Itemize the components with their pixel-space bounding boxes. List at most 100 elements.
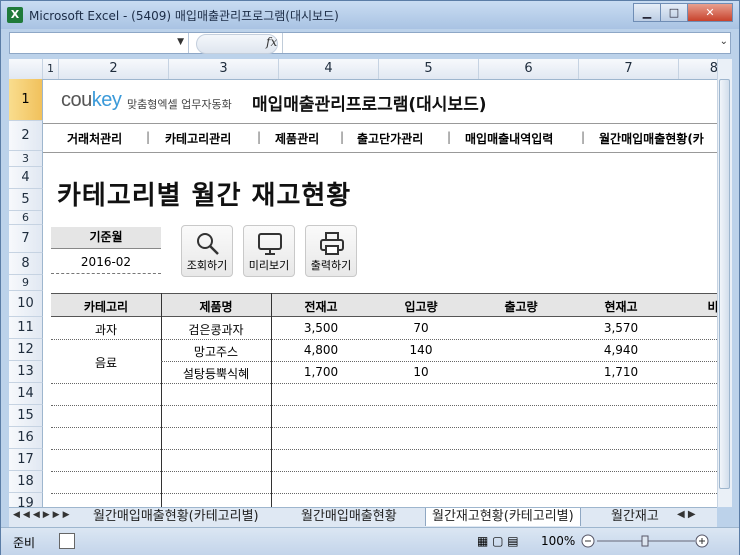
row-header[interactable]: 11 — [9, 317, 43, 339]
col-header[interactable]: 2 — [59, 59, 169, 79]
col-header[interactable]: 1 — [43, 59, 59, 79]
cell-current[interactable]: 1,710 — [604, 365, 638, 379]
nav-item-products[interactable]: 제품관리 — [275, 130, 319, 147]
insert-function-button[interactable]: fx — [266, 35, 277, 49]
search-button[interactable]: 조회하기 — [181, 225, 233, 277]
sheet-tabs: ◀◀◀▶▶▶ 월간매입매출현황(카테고리별) 월간매입매출현황 월간재고현황(카… — [9, 507, 717, 527]
table-divider — [161, 293, 162, 507]
cell-category[interactable]: 과자 — [95, 321, 117, 338]
tab-monthly-sales-category[interactable]: 월간매입매출현황(카테고리별) — [87, 508, 265, 526]
nav-item-categories[interactable]: 카테고리관리 — [165, 130, 231, 147]
cell-product[interactable]: 검은콩과자 — [188, 321, 243, 338]
row-header[interactable]: 14 — [9, 383, 43, 405]
nav-separator: | — [581, 130, 586, 144]
row-header[interactable]: 12 — [9, 339, 43, 361]
row-line — [161, 361, 717, 362]
col-product: 제품명 — [199, 300, 233, 314]
tab-monthly-inventory[interactable]: 월간재고 — [605, 508, 665, 526]
minimize-icon: ▁ — [642, 6, 652, 19]
row-header[interactable]: 3 — [9, 151, 43, 167]
nav-item-monthly[interactable]: 월간매입매출현황(카 — [599, 130, 704, 147]
close-button[interactable]: ✕ — [687, 3, 733, 22]
row-header[interactable]: 18 — [9, 471, 43, 493]
row-header[interactable]: 5 — [9, 189, 43, 211]
cell-category[interactable]: 음료 — [95, 354, 117, 371]
row-header[interactable]: 15 — [9, 405, 43, 427]
cell-in[interactable]: 140 — [410, 343, 433, 357]
coukey-logo: coukey — [61, 89, 122, 111]
maximize-icon: □ — [668, 6, 680, 19]
view-mode-icons[interactable]: ▦ ▢ ▤ — [477, 534, 519, 548]
base-month-label: 기준월 — [51, 227, 161, 249]
worksheet[interactable]: 1 2 3 4 5 6 7 8 1 2 3 4 5 6 7 8 9 10 11 … — [9, 59, 717, 507]
cell-in[interactable]: 10 — [413, 365, 428, 379]
nav-separator: | — [447, 130, 452, 144]
row-header[interactable]: 9 — [9, 275, 43, 291]
col-header[interactable]: 7 — [579, 59, 679, 79]
row-line — [51, 383, 717, 384]
row-header[interactable]: 1 — [9, 79, 43, 121]
search-icon — [197, 233, 219, 255]
tab-scroll-icon[interactable]: ◀ ▶ — [677, 509, 696, 520]
name-box[interactable]: ▼ — [10, 33, 189, 53]
zoom-slider[interactable] — [581, 534, 709, 548]
col-header[interactable]: 8 — [679, 59, 717, 79]
zoom-level[interactable]: 100% — [541, 534, 575, 548]
minimize-button[interactable]: ▁ — [633, 3, 661, 22]
row-header[interactable]: 8 — [9, 253, 43, 275]
col-header[interactable]: 5 — [379, 59, 479, 79]
col-incoming: 입고량 — [404, 300, 438, 314]
printer-icon — [320, 232, 344, 255]
cell-in[interactable]: 70 — [413, 321, 428, 335]
tab-monthly-sales[interactable]: 월간매입매출현황 — [295, 508, 403, 526]
print-button[interactable]: 출력하기 — [305, 225, 357, 277]
preview-button-label: 미리보기 — [248, 259, 290, 272]
cell-current[interactable]: 4,940 — [604, 343, 638, 357]
tab-monthly-inventory-category[interactable]: 월간재고현황(카테고리별) — [425, 508, 581, 526]
monitor-icon — [258, 233, 282, 255]
row-header[interactable]: 16 — [9, 427, 43, 449]
col-current-stock: 현재고 — [604, 300, 638, 314]
nav-item-transactions[interactable]: 매입매출내역입력 — [465, 130, 553, 147]
nav-item-unit-price[interactable]: 출고단가관리 — [357, 130, 423, 147]
title-bar: X Microsoft Excel - (5409) 매입매출관리프로그램(대시… — [1, 1, 739, 29]
row-header[interactable]: 4 — [9, 167, 43, 189]
scroll-thumb[interactable] — [719, 79, 730, 489]
cell-current[interactable]: 3,570 — [604, 321, 638, 335]
row-header[interactable]: 7 — [9, 225, 43, 253]
brand-tagline: 맞춤형엑셀 업무자동화 — [127, 98, 232, 111]
col-header[interactable]: 6 — [479, 59, 579, 79]
table-header-row: 카테고리 제품명 전재고 입고량 출고량 현재고 비 — [51, 293, 717, 317]
row-header[interactable]: 13 — [9, 361, 43, 383]
row-header[interactable]: 10 — [9, 291, 43, 317]
select-all-corner[interactable] — [9, 59, 43, 79]
row-header[interactable]: 2 — [9, 121, 43, 151]
macro-record-icon[interactable] — [59, 533, 75, 549]
row-header[interactable]: 17 — [9, 449, 43, 471]
row-header[interactable]: 6 — [9, 211, 43, 225]
row-line — [51, 493, 717, 494]
col-category: 카테고리 — [83, 300, 129, 314]
cell-product[interactable]: 망고주스 — [194, 343, 238, 360]
expand-formula-icon[interactable]: ⌄ — [720, 36, 728, 47]
maximize-button[interactable]: □ — [660, 3, 688, 22]
vertical-scrollbar[interactable] — [717, 59, 732, 507]
status-bar: 준비 ▦ ▢ ▤ 100% — [1, 527, 739, 555]
tab-nav-arrows-icon[interactable]: ◀◀◀▶▶▶ — [13, 510, 73, 520]
cell-product[interactable]: 설탕등뿍식혜 — [183, 365, 249, 382]
preview-button[interactable]: 미리보기 — [243, 225, 295, 277]
col-header[interactable]: 4 — [279, 59, 379, 79]
base-month-input[interactable]: 2016-02 — [51, 252, 161, 274]
col-header[interactable]: 3 — [169, 59, 279, 79]
row-line — [51, 405, 717, 406]
cell-prev[interactable]: 1,700 — [304, 365, 338, 379]
chevron-down-icon[interactable]: ▼ — [177, 37, 184, 47]
row-line — [51, 339, 717, 340]
nav-separator: | — [257, 130, 262, 144]
nav-item-clients[interactable]: 거래처관리 — [67, 130, 122, 147]
cell-prev[interactable]: 4,800 — [304, 343, 338, 357]
excel-icon[interactable]: X — [7, 7, 23, 23]
row-header[interactable]: 19 — [9, 493, 43, 507]
cell-prev[interactable]: 3,500 — [304, 321, 338, 335]
formula-divider — [282, 33, 283, 53]
